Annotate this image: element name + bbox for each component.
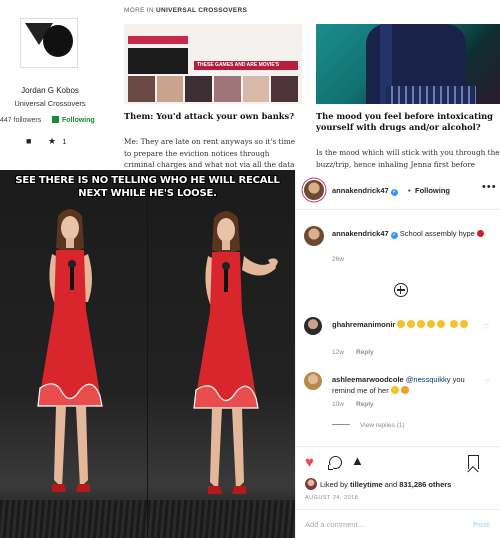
load-more-comments-icon[interactable]	[394, 283, 408, 297]
liked-by: Liked by tilleytime and 831,286 others	[305, 478, 451, 490]
add-comment-bar: Add a comment… Post	[296, 509, 500, 537]
author-group[interactable]: Universal Crossovers	[0, 99, 100, 108]
caption-username[interactable]: annakendrick47	[332, 229, 389, 238]
woman-in-red-dress-right	[193, 211, 278, 494]
comment-username[interactable]: ashleemarwoodcole	[332, 375, 404, 384]
author-actions: ■ ★ 1	[26, 136, 80, 147]
liked-by-user[interactable]: tilleytime	[350, 480, 383, 489]
meme-caption: SEE THERE IS NO TELLING WHO HE WILL RECA…	[15, 175, 280, 199]
author-panel: Jordan G Kobos Universal Crossovers 447 …	[0, 0, 118, 170]
article-card-2[interactable]: The mood you feel before intoxicating yo…	[316, 24, 500, 170]
comment-age: 10w	[332, 401, 344, 408]
section-prefix: MORE IN	[124, 7, 157, 14]
blog-strip: Jordan G Kobos Universal Crossovers 447 …	[0, 0, 500, 170]
laughing-emoji	[417, 320, 426, 328]
article-excerpt-1: Me: They are late on rent anyways so it'…	[124, 137, 296, 169]
thumb-red-banner	[128, 36, 188, 44]
share-icon[interactable]: ▲	[351, 453, 364, 469]
comment-age: 12w	[332, 349, 344, 356]
header-username[interactable]: annakendrick47	[332, 186, 389, 195]
avatar-silhouette	[43, 25, 73, 57]
article-title-1[interactable]: Them: You'd attack your own banks?	[124, 111, 294, 122]
article-thumbnail-2[interactable]	[316, 24, 500, 104]
heart-icon[interactable]: ♥	[305, 455, 314, 471]
thumb-skirt	[386, 86, 476, 104]
caption-text: annakendrick47 ✓ School assembly hype	[332, 228, 494, 239]
reply-button[interactable]: Reply	[356, 401, 374, 408]
post-author-avatar[interactable]	[304, 180, 324, 200]
bookmark-icon[interactable]	[468, 455, 479, 469]
caption-body: School assembly hype	[399, 229, 475, 238]
post-comment-button[interactable]: Post	[473, 520, 489, 529]
photo-panel-left	[0, 170, 147, 538]
clap-count: 1	[62, 139, 67, 146]
replies-line	[332, 424, 350, 425]
star-icon[interactable]: ★	[48, 136, 56, 146]
post-date: AUGUST 24, 2018	[305, 495, 359, 501]
add-comment-input[interactable]: Add a comment…	[305, 520, 365, 529]
post-actions: ♥ ▲ Liked by tilleytime and 831,286 othe…	[296, 446, 500, 536]
laughing-emoji	[449, 320, 458, 328]
verified-icon: ✓	[390, 189, 398, 196]
red-circle-emoji	[476, 230, 484, 237]
article-thumbnail-1[interactable]: THESE GAMES AND ARE MOVIE'S GAMES?	[124, 24, 302, 104]
post-author-username[interactable]: annakendrick47 ✓	[332, 186, 398, 196]
thumb-title-banner: THESE GAMES AND ARE MOVIE'S GAMES?	[194, 61, 298, 77]
comment-meta: 10w Reply	[332, 401, 374, 408]
mention-link[interactable]: @nessquikky	[406, 375, 451, 384]
laughing-emoji	[397, 320, 406, 328]
thumb-dark-block	[128, 48, 188, 74]
laughing-emoji	[427, 320, 436, 328]
comment-like-icon[interactable]: ♡	[483, 378, 489, 386]
section-label: MORE IN UNIVERSAL CROSSOVERS	[124, 7, 247, 14]
separator-dot: •	[408, 186, 411, 195]
comment-like-icon[interactable]: ♡	[483, 323, 489, 331]
instagram-post-panel: annakendrick47 ✓ • Following ••• annakend…	[295, 170, 500, 538]
comment-body: ghahremanimonir	[332, 319, 482, 330]
comment-username[interactable]: ghahremanimonir	[332, 320, 395, 329]
laughing-emoji	[459, 320, 468, 328]
following-button[interactable]: Following	[52, 116, 95, 124]
article-excerpt-2: Is the mood which will stick with you th…	[316, 148, 500, 169]
post-header: annakendrick47 ✓ • Following •••	[296, 170, 500, 210]
following-button[interactable]: Following	[415, 186, 450, 195]
thumb-filmstrip	[128, 76, 299, 102]
comment-icon[interactable]: ■	[26, 136, 31, 146]
comment-body: ashleemarwoodcole @nessquikky you remind…	[332, 374, 482, 396]
following-check-icon	[52, 116, 59, 123]
photo-panel-right	[148, 170, 295, 538]
meme-image: SEE THERE IS NO TELLING WHO HE WILL RECA…	[0, 170, 295, 538]
laughing-emoji	[407, 320, 416, 328]
more-options-icon[interactable]: •••	[482, 181, 497, 193]
commenter-avatar[interactable]	[304, 372, 322, 390]
follower-count[interactable]: 447 followers	[0, 117, 41, 124]
liked-by-and: and	[382, 480, 400, 489]
commenter-avatar[interactable]	[304, 317, 322, 335]
comment-bubble-icon[interactable]	[328, 456, 342, 470]
view-replies-label: View replies (1)	[360, 422, 405, 429]
woman-in-red-dress-left	[37, 209, 103, 492]
smiling-emoji	[390, 386, 399, 394]
likes-count[interactable]: 831,286 others	[399, 480, 451, 489]
liked-by-prefix: Liked by	[320, 480, 351, 489]
heart-eyes-emoji	[400, 386, 409, 394]
laughing-emoji	[437, 320, 446, 328]
caption-age: 26w	[332, 256, 344, 263]
caption-author-avatar[interactable]	[304, 226, 324, 246]
author-name[interactable]: Jordan G Kobos	[0, 86, 100, 95]
verified-icon: ✓	[390, 232, 398, 239]
view-replies-button[interactable]: View replies (1)	[332, 422, 405, 429]
article-card-1[interactable]: THESE GAMES AND ARE MOVIE'S GAMES? Them:…	[124, 24, 302, 170]
reply-button[interactable]: Reply	[356, 349, 374, 356]
following-label: Following	[62, 117, 95, 124]
article-title-2[interactable]: The mood you feel before intoxicating yo…	[316, 111, 500, 133]
author-avatar[interactable]	[20, 18, 78, 68]
liker-avatar[interactable]	[305, 478, 317, 490]
comment-meta: 12w Reply	[332, 349, 374, 356]
section-name[interactable]: UNIVERSAL CROSSOVERS	[156, 7, 247, 14]
